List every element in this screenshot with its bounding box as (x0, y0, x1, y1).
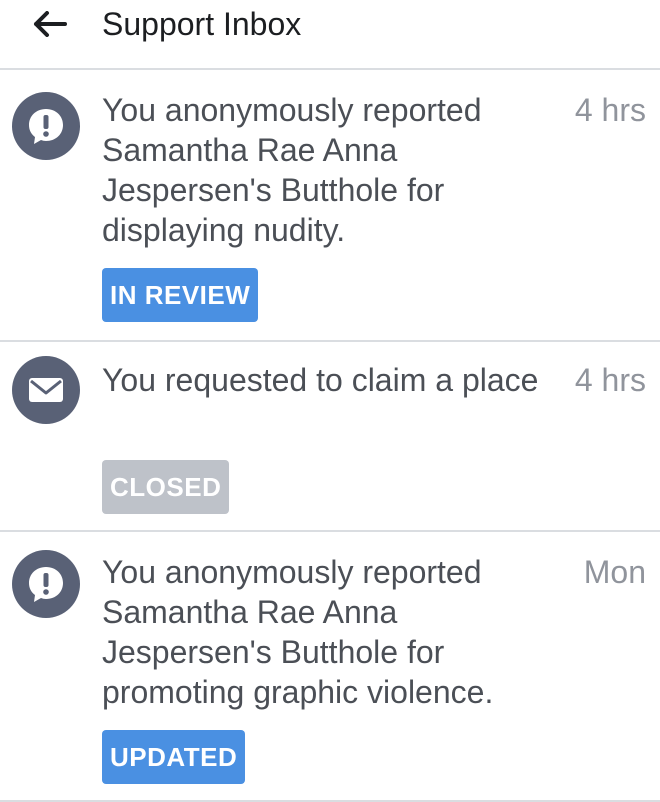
item-message: You anonymously reported Samantha Rae An… (102, 554, 494, 710)
page-title: Support Inbox (102, 6, 302, 42)
alert-bubble-icon (12, 92, 80, 160)
envelope-icon (12, 356, 80, 424)
item-time: 4 hrs (574, 362, 646, 398)
item-message: You anonymously reported Samantha Rae An… (102, 92, 482, 248)
inbox-item[interactable]: You anonymously reported Samantha Rae An… (0, 532, 660, 802)
alert-bubble-icon (12, 550, 80, 618)
arrow-left-icon (34, 11, 67, 37)
app-header: Support Inbox (0, 0, 660, 70)
inbox-item[interactable]: You anonymously reported Samantha Rae An… (0, 70, 660, 342)
item-message: You requested to claim a place (102, 362, 539, 398)
status-badge: IN REVIEW (102, 268, 259, 322)
status-badge: CLOSED (102, 460, 230, 514)
inbox-item[interactable]: You requested to claim a place 4 hrs CLO… (0, 342, 660, 532)
back-button[interactable] (28, 4, 72, 44)
status-badge: UPDATED (102, 730, 246, 784)
item-time: Mon (583, 554, 646, 590)
item-time: 4 hrs (574, 92, 646, 128)
